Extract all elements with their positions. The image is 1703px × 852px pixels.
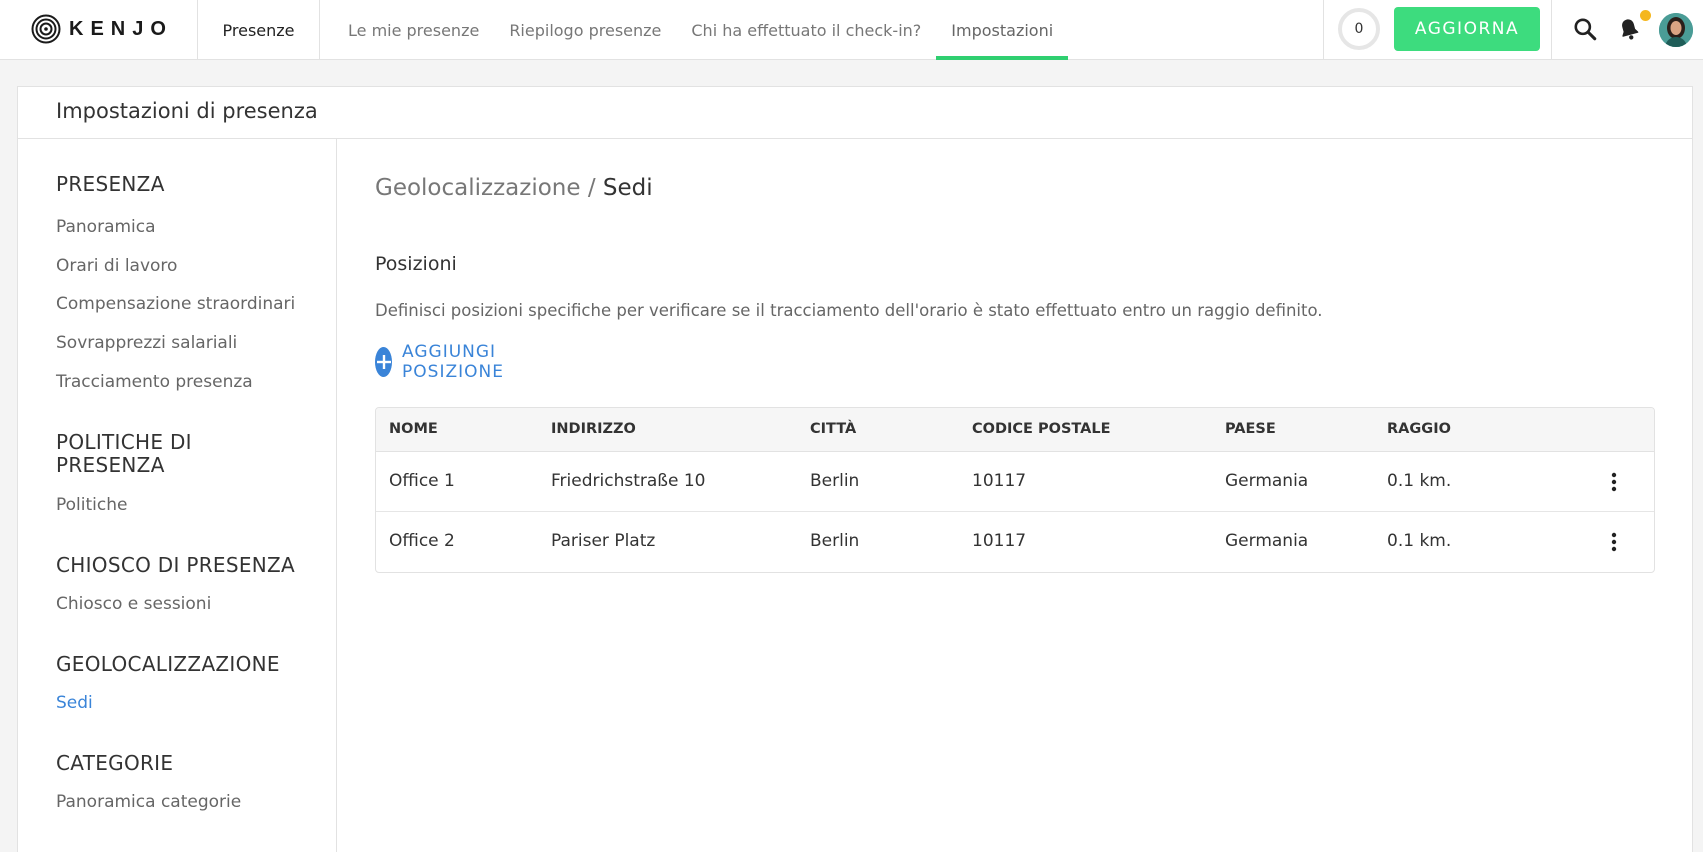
avatar[interactable] [1659, 13, 1693, 47]
cell-indirizzo: Pariser Platz [551, 531, 656, 551]
cell-nome: Office 1 [389, 471, 455, 491]
add-location-label: AGGIUNGI POSIZIONE [402, 342, 504, 382]
bell-icon[interactable] [1615, 15, 1643, 43]
notification-dot [1640, 10, 1651, 21]
divider [1551, 0, 1552, 60]
sidebar-item-chiosco-e-sessioni[interactable]: Chiosco e sessioni [56, 594, 211, 614]
cell-raggio: 0.1 km. [1387, 531, 1452, 551]
table-header: NOME INDIRIZZO CITTÀ CODICE POSTALE PAES… [376, 408, 1654, 452]
table-row[interactable]: Office 1 Friedrichstraße 10 Berlin 10117… [376, 452, 1654, 512]
cell-paese: Germania [1225, 531, 1309, 551]
sidebar-section-geolocalizzazione: GEOLOCALIZZAZIONE [56, 652, 280, 676]
sidebar-section-chiosco: CHIOSCO DI PRESENZA [56, 553, 296, 577]
cell-codice-postale: 10117 [972, 531, 1027, 551]
sidebar-item-panoramica-categorie[interactable]: Panoramica categorie [56, 792, 241, 812]
sidebar-item-sedi[interactable]: Sedi [56, 693, 93, 713]
breadcrumb: Geolocalizzazione / Sedi [375, 175, 653, 201]
module-name[interactable]: Presenze [198, 0, 319, 60]
add-location-button[interactable]: AGGIUNGI POSIZIONE [375, 342, 517, 382]
tab-riepilogo-presenze[interactable]: Riepilogo presenze [494, 0, 676, 60]
kenjo-logo[interactable]: KENJO [31, 14, 173, 44]
locations-table: NOME INDIRIZZO CITTÀ CODICE POSTALE PAES… [375, 407, 1655, 573]
table-row[interactable]: Office 2 Pariser Platz Berlin 10117 Germ… [376, 512, 1654, 572]
sidebar-item-orari-di-lavoro[interactable]: Orari di lavoro [56, 256, 177, 276]
cell-nome: Office 2 [389, 531, 455, 551]
sidebar-item-sovrapprezzi-salariali[interactable]: Sovrapprezzi salariali [56, 333, 237, 353]
breadcrumb-parent[interactable]: Geolocalizzazione [375, 175, 581, 201]
cell-codice-postale: 10117 [972, 471, 1027, 491]
column-header-codice-postale: CODICE POSTALE [972, 421, 1111, 437]
more-options-icon[interactable] [1600, 528, 1628, 556]
settings-card: Impostazioni di presenza PRESENZA Panora… [17, 86, 1693, 852]
sidebar-section-presenza: PRESENZA [56, 172, 165, 196]
tab-impostazioni[interactable]: Impostazioni [936, 0, 1069, 60]
section-description: Definisci posizioni specifiche per verif… [375, 301, 1323, 320]
sidebar-item-tracciamento-presenza[interactable]: Tracciamento presenza [56, 372, 253, 392]
breadcrumb-current: Sedi [602, 175, 653, 201]
nav-tabs: Le mie presenze Riepilogo presenze Chi h… [333, 0, 1069, 60]
cell-raggio: 0.1 km. [1387, 471, 1452, 491]
more-options-icon[interactable] [1600, 468, 1628, 496]
cell-citta: Berlin [810, 471, 860, 491]
update-button[interactable]: AGGIORNA [1394, 7, 1540, 51]
cell-indirizzo: Friedrichstraße 10 [551, 471, 706, 491]
column-header-raggio: RAGGIO [1387, 421, 1451, 437]
counter-badge[interactable]: 0 [1338, 8, 1380, 50]
tab-chi-ha-effettuato-check-in[interactable]: Chi ha effettuato il check-in? [676, 0, 936, 60]
divider [319, 0, 320, 60]
column-header-citta: CITTÀ [810, 421, 857, 437]
page-title: Impostazioni di presenza [56, 99, 318, 123]
card-header: Impostazioni di presenza [18, 87, 1692, 139]
plus-icon [375, 347, 393, 377]
column-header-nome: NOME [389, 421, 438, 437]
column-header-paese: PAESE [1225, 421, 1276, 437]
settings-sidebar: PRESENZA Panoramica Orari di lavoro Comp… [18, 139, 337, 852]
section-title: Posizioni [375, 253, 457, 275]
cell-paese: Germania [1225, 471, 1309, 491]
logo-text: KENJO [69, 17, 173, 40]
column-header-indirizzo: INDIRIZZO [551, 421, 636, 437]
kenjo-logo-icon [31, 14, 61, 44]
sidebar-item-compensazione-straordinari[interactable]: Compensazione straordinari [56, 294, 295, 314]
sidebar-item-politiche[interactable]: Politiche [56, 495, 127, 515]
tab-le-mie-presenze[interactable]: Le mie presenze [333, 0, 494, 60]
cell-citta: Berlin [810, 531, 860, 551]
top-bar: KENJO Presenze Le mie presenze Riepilogo… [0, 0, 1703, 60]
sidebar-section-categorie: CATEGORIE [56, 751, 174, 775]
breadcrumb-separator: / [580, 175, 603, 201]
sidebar-section-politiche: POLITICHE DI PRESENZA [56, 430, 192, 477]
divider [1323, 0, 1324, 60]
sidebar-item-panoramica[interactable]: Panoramica [56, 217, 156, 237]
search-icon[interactable] [1571, 15, 1599, 43]
